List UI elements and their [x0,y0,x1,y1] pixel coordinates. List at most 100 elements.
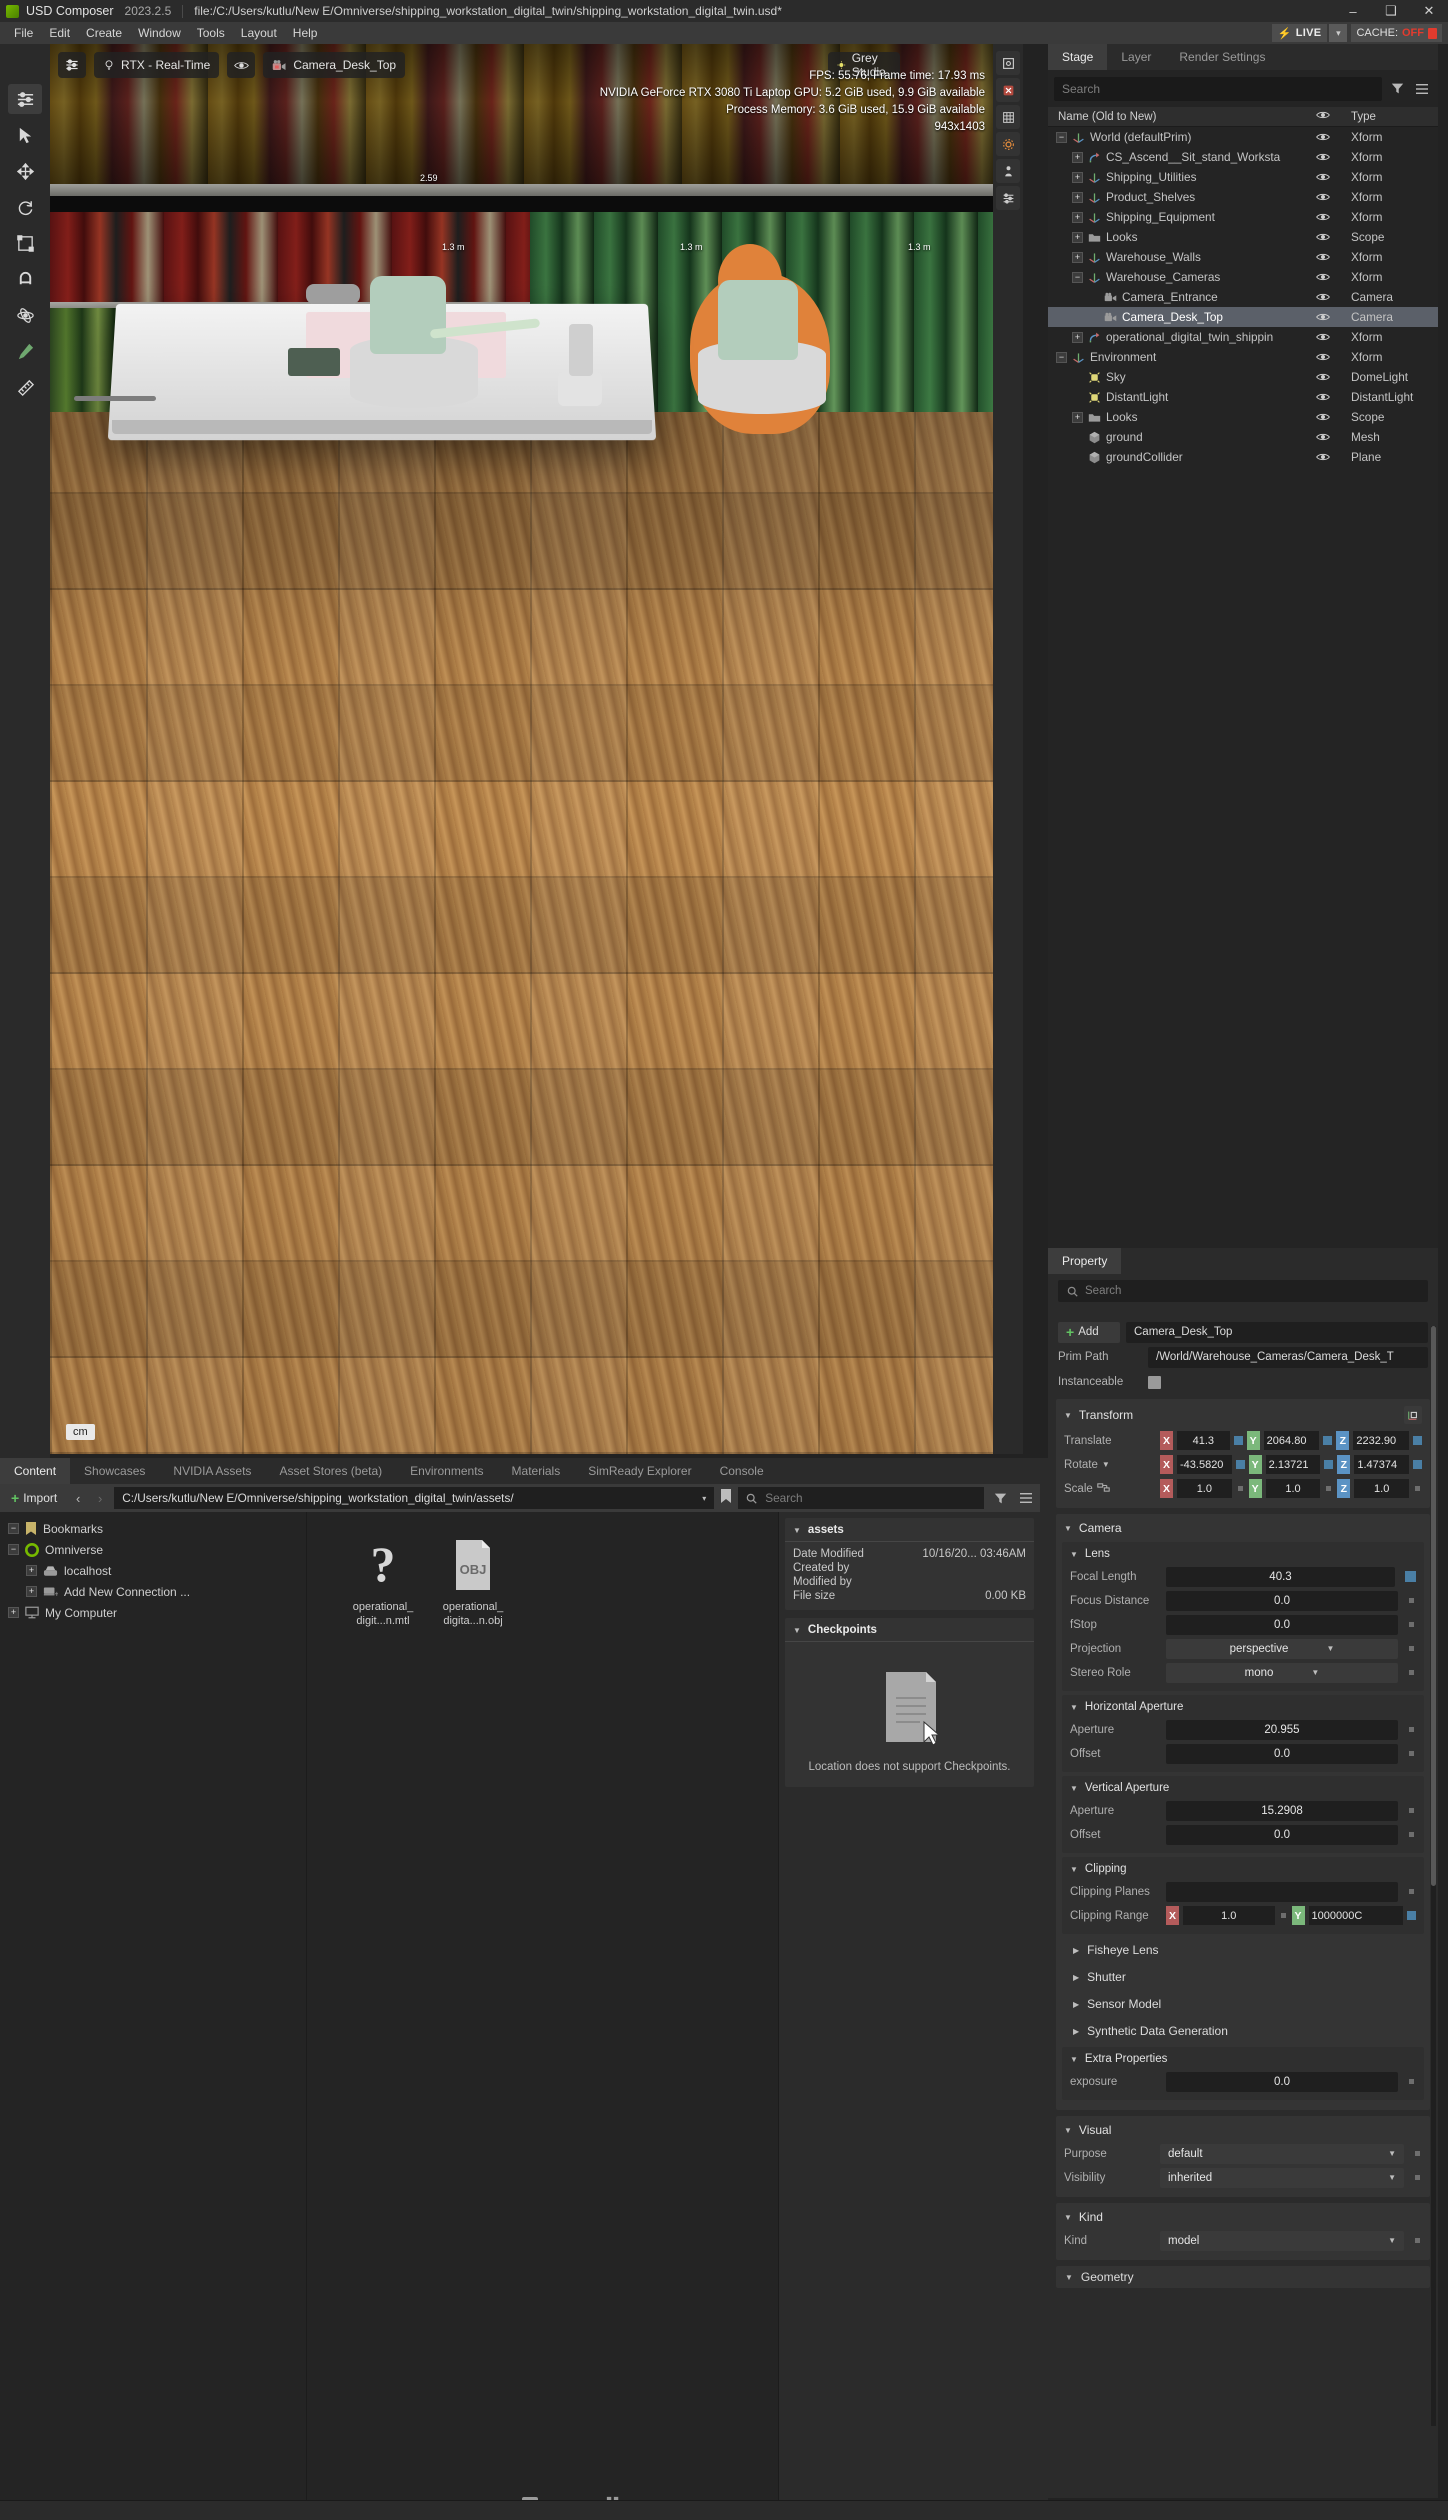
content-tab[interactable]: Materials [498,1458,575,1484]
tool-paint[interactable] [8,336,42,366]
minimize-button[interactable]: – [1334,0,1372,22]
h-offset-dot[interactable] [1409,1751,1414,1756]
stage-tree-row[interactable]: − World (defaultPrim) Xform [1048,127,1438,147]
tree-expander[interactable]: − [1056,132,1067,143]
translate-x-anim-dot[interactable] [1234,1436,1243,1445]
property-search-input[interactable]: Search [1058,1280,1428,1302]
stage-search-input[interactable]: Search [1054,77,1382,101]
filter-icon[interactable] [1387,78,1407,100]
asset-info-header[interactable]: ▼ assets [785,1518,1034,1542]
stage-row-visibility-toggle[interactable] [1303,352,1343,362]
chevron-down-icon[interactable]: ▾ [702,1494,706,1503]
stage-tree[interactable]: − World (defaultPrim) Xform + CS_Ascend__Sit… [1048,127,1438,1255]
tree-expander[interactable]: + [26,1565,37,1576]
translate-x-field[interactable]: 41.3 [1177,1431,1230,1450]
tab-property[interactable]: Property [1048,1248,1121,1274]
projection-dot[interactable] [1409,1646,1414,1651]
exposure-dot[interactable] [1409,2079,1414,2084]
clipping-range-y-anim-dot[interactable] [1407,1911,1416,1920]
fisheye-lens-section[interactable]: ▶ Fisheye Lens [1064,1939,1422,1961]
asset-item-obj[interactable]: OBJ operational_ digita...n.obj [425,1534,521,1628]
stage-row-visibility-toggle[interactable] [1303,332,1343,342]
content-tree-item[interactable]: + My Computer [0,1602,306,1623]
visibility-dot[interactable] [1415,2175,1420,2180]
content-tab[interactable]: Asset Stores (beta) [265,1458,396,1484]
menu-layout[interactable]: Layout [233,24,285,42]
close-button[interactable]: ✕ [1410,0,1448,22]
hamburger-icon[interactable] [1016,1487,1036,1509]
filter-icon[interactable] [990,1487,1010,1509]
tree-expander[interactable]: + [1072,232,1083,243]
stage-tree-row[interactable]: Camera_Entrance Camera [1048,287,1438,307]
cache-status[interactable]: CACHE: OFF [1351,24,1442,42]
content-tab[interactable]: Environments [396,1458,497,1484]
tool-scale[interactable] [8,228,42,258]
stage-row-visibility-toggle[interactable] [1303,132,1343,142]
stage-tree-row[interactable]: − Warehouse_Cameras Xform [1048,267,1438,287]
focus-distance-dot[interactable] [1409,1598,1414,1603]
translate-y-field[interactable]: 2064.80 [1264,1431,1320,1450]
content-tab[interactable]: NVIDIA Assets [159,1458,265,1484]
stage-tree-row[interactable]: Camera_Desk_Top Camera [1048,307,1438,327]
transform-gizmo-icon[interactable] [1404,1406,1422,1424]
property-scroll-area[interactable]: + Add Camera_Desk_Top Prim Path /World/W… [1048,1318,1438,2472]
focus-distance-field[interactable]: 0.0 [1166,1591,1398,1611]
scale-x-field[interactable]: 1.0 [1177,1479,1232,1498]
tab-layer[interactable]: Layer [1107,44,1165,70]
content-tree-item[interactable]: − Bookmarks [0,1518,306,1539]
renderer-selector[interactable]: RTX - Real-Time [94,52,219,78]
viewport-visibility-button[interactable] [227,52,255,78]
content-tab[interactable]: SimReady Explorer [574,1458,705,1484]
tool-select[interactable] [8,120,42,150]
camera-header[interactable]: ▼ Camera [1056,1518,1430,1538]
tree-expander[interactable]: + [1072,412,1083,423]
content-tree-item[interactable]: ++Add New Connection ... [0,1581,306,1602]
synthetic-data-section[interactable]: ▶ Synthetic Data Generation [1064,2020,1422,2042]
menu-edit[interactable]: Edit [41,24,78,42]
stage-row-visibility-toggle[interactable] [1303,292,1343,302]
kind-dropdown[interactable]: model ▼ [1160,2231,1404,2251]
fstop-dot[interactable] [1409,1622,1414,1627]
translate-y-anim-dot[interactable] [1323,1436,1332,1445]
prim-path-field[interactable]: /World/Warehouse_Cameras/Camera_Desk_T [1148,1347,1428,1368]
purpose-dropdown[interactable]: default ▼ [1160,2144,1404,2164]
tool-measure[interactable] [8,372,42,402]
rotate-x-anim-dot[interactable] [1236,1460,1245,1469]
stage-row-visibility-toggle[interactable] [1303,272,1343,282]
delete-icon[interactable] [996,78,1020,102]
tool-rotate[interactable] [8,192,42,222]
h-aperture-dot[interactable] [1409,1727,1414,1732]
scale-z-field[interactable]: 1.0 [1354,1479,1409,1498]
horizontal-aperture-header[interactable]: ▼ Horizontal Aperture [1062,1698,1424,1716]
tree-expander[interactable]: + [26,1586,37,1597]
stage-row-visibility-toggle[interactable] [1303,452,1343,462]
rotate-y-field[interactable]: 2.13721 [1266,1455,1321,1474]
exposure-field[interactable]: 0.0 [1166,2072,1398,2092]
menu-help[interactable]: Help [285,24,326,42]
stage-row-visibility-toggle[interactable] [1303,312,1343,322]
stage-tree-row[interactable]: + Looks Scope [1048,407,1438,427]
content-tree[interactable]: −Bookmarks−Omniverse+localhost++Add New … [0,1512,306,2520]
checkpoints-header[interactable]: ▼ Checkpoints [785,1618,1034,1642]
camera-selector[interactable]: Camera_Desk_Top [263,52,405,78]
tree-expander[interactable]: + [1072,252,1083,263]
sliders-icon[interactable] [996,186,1020,210]
stage-row-visibility-toggle[interactable] [1303,172,1343,182]
tool-snap[interactable] [8,264,42,294]
geometry-section[interactable]: ▼ Geometry [1056,2266,1430,2288]
translate-z-anim-dot[interactable] [1413,1436,1422,1445]
projection-dropdown[interactable]: perspective ▼ [1166,1639,1398,1659]
scale-z-dot[interactable] [1415,1486,1420,1491]
stage-tree-row[interactable]: − Environment Xform [1048,347,1438,367]
stage-tree-row[interactable]: + Product_Shelves Xform [1048,187,1438,207]
viewport-settings-button[interactable] [58,52,86,78]
stage-tree-row[interactable]: + CS_Ascend__Sit_stand_Worksta Xform [1048,147,1438,167]
content-grid[interactable]: ? operational_ digit...n.mtl OBJ operati… [306,1512,778,2520]
tree-expander[interactable]: − [8,1544,19,1555]
asset-item-mtl[interactable]: ? operational_ digit...n.mtl [335,1534,431,1628]
rotate-x-field[interactable]: -43.5820 [1177,1455,1232,1474]
stage-row-visibility-toggle[interactable] [1303,412,1343,422]
path-field[interactable]: C:/Users/kutlu/New E/Omniverse/shipping_… [114,1487,714,1509]
fstop-field[interactable]: 0.0 [1166,1615,1398,1635]
stage-row-visibility-toggle[interactable] [1303,152,1343,162]
